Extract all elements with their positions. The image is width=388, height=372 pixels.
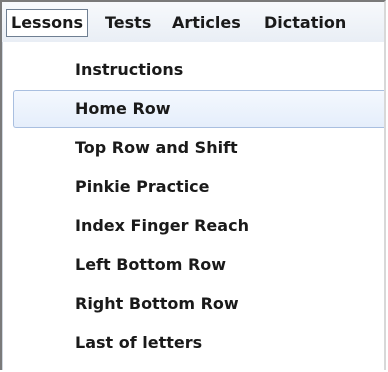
menu-tests[interactable]: Tests [105,10,151,36]
menu-option-index-finger-reach[interactable]: Index Finger Reach [3,207,384,245]
menu-option-label: Last of letters [75,333,203,352]
menu-option-right-bottom-row[interactable]: Right Bottom Row [3,285,384,323]
lessons-dropdown-menu: Instructions Home Row Top Row and Shift … [2,42,384,370]
menu-option-instructions[interactable]: Instructions [3,51,384,89]
menu-option-home-row[interactable]: Home Row [13,90,384,128]
menu-bar: Lessons Tests Articles Dictation [2,2,384,43]
application-window: Lessons Tests Articles Dictation Instruc… [0,0,386,370]
menu-option-left-bottom-row[interactable]: Left Bottom Row [3,246,384,284]
menu-option-last-of-letters[interactable]: Last of letters [3,324,384,362]
menu-option-label: Index Finger Reach [75,216,249,235]
menu-option-label: Instructions [75,60,184,79]
menu-dictation[interactable]: Dictation [264,10,346,36]
menu-lessons[interactable]: Lessons [6,9,88,37]
menu-option-label: Top Row and Shift [75,138,238,157]
menu-option-top-row-and-shift[interactable]: Top Row and Shift [3,129,384,167]
menu-articles[interactable]: Articles [172,10,241,36]
menu-option-label: Pinkie Practice [75,177,210,196]
menu-option-pinkie-practice[interactable]: Pinkie Practice [3,168,384,206]
menu-option-label: Right Bottom Row [75,294,239,313]
menu-option-label: Home Row [75,99,171,118]
menu-option-label: Left Bottom Row [75,255,227,274]
